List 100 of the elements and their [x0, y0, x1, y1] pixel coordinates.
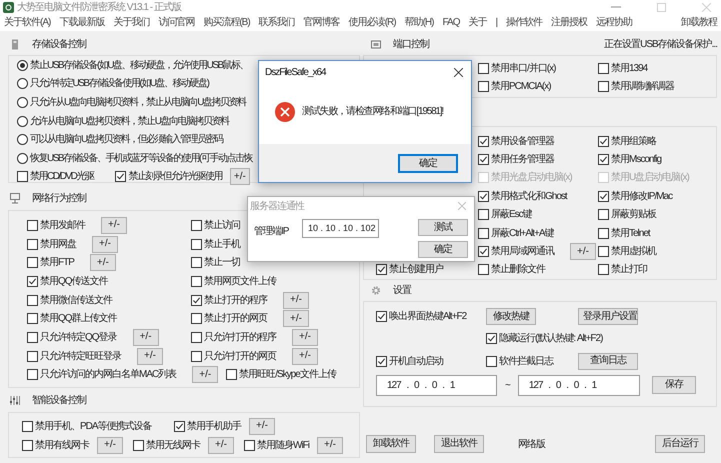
checkbox[interactable] — [191, 332, 202, 343]
menu-item[interactable]: 远程协助 — [596, 15, 632, 30]
checkbox-label[interactable]: 禁用CD/DVD光驱 — [30, 169, 94, 184]
button[interactable]: +/- — [230, 168, 250, 186]
button[interactable]: +/- — [192, 366, 218, 384]
checkbox[interactable] — [17, 171, 28, 182]
radio-label[interactable]: 恢复USB存储设备、手机或蓝牙等设备的使用(可手动点击恢 — [30, 150, 252, 166]
checkbox[interactable] — [27, 369, 38, 380]
checkbox-label[interactable]: 禁用发邮件 — [40, 218, 85, 233]
menu-item[interactable]: 访问官网 — [158, 15, 194, 30]
checkbox-label[interactable]: 禁止访问 — [204, 218, 240, 233]
radio-label[interactable]: 只允许特定USB存储设备使用(如U盘、移动硬盘) — [30, 76, 208, 92]
button[interactable]: +/- — [90, 254, 116, 272]
radio-button[interactable] — [17, 116, 28, 127]
checkbox[interactable] — [598, 62, 609, 74]
checkbox-label[interactable]: 禁用虚拟机 — [611, 244, 656, 260]
checkbox-label[interactable]: 禁用无线网卡 — [146, 438, 200, 453]
close-icon[interactable] — [454, 68, 463, 76]
checkbox-label[interactable]: 禁止打开的程序 — [204, 292, 267, 308]
ip-field[interactable]: 127 . 0 . 0 . 1 — [518, 374, 640, 396]
button[interactable]: +/- — [283, 310, 309, 328]
checkbox[interactable] — [376, 311, 387, 322]
checkbox-label[interactable]: 屏蔽剪贴板 — [611, 207, 656, 222]
checkbox-label[interactable]: 禁用PCMCIA(x) — [491, 79, 551, 94]
checkbox-label[interactable]: 屏蔽Esc键 — [491, 207, 532, 222]
checkbox[interactable] — [478, 136, 489, 147]
checkbox-label[interactable]: 禁用QQ群上传文件 — [40, 311, 117, 326]
button[interactable]: +/- — [137, 348, 163, 365]
button[interactable]: 修改热键 — [486, 308, 536, 325]
menu-item[interactable]: 下载最新版 — [59, 15, 104, 30]
menu-item[interactable]: 购买流程(B) — [203, 15, 250, 30]
checkbox-label[interactable]: 开机自动启动 — [389, 354, 443, 368]
checkbox[interactable] — [191, 220, 202, 231]
checkbox[interactable] — [486, 356, 497, 366]
button[interactable]: +/- — [101, 216, 127, 234]
radio-label[interactable]: 可以从电脑向U盘拷贝资料，但必须输入管理员密码 — [30, 132, 223, 148]
checkbox-label[interactable]: 只允许打开的程序 — [204, 330, 276, 345]
checkbox-label[interactable]: 禁用旺旺/Skype文件上传 — [239, 367, 336, 382]
radio-label[interactable]: 禁止USB存储设备(如U盘、移动硬盘，允许使用USB鼠标、 — [30, 58, 248, 73]
checkbox[interactable] — [133, 440, 144, 451]
checkbox[interactable] — [376, 356, 387, 366]
checkbox-label[interactable]: 禁用调制解调器 — [611, 79, 674, 94]
checkbox[interactable] — [226, 369, 238, 380]
checkbox[interactable] — [598, 190, 609, 202]
checkbox[interactable] — [598, 209, 609, 220]
checkbox[interactable] — [191, 238, 202, 250]
radio-button[interactable] — [17, 60, 28, 71]
checkbox-label[interactable]: 禁止删除文件 — [491, 262, 545, 278]
checkbox[interactable] — [598, 136, 609, 147]
checkbox-label[interactable]: 禁止打印 — [611, 262, 647, 278]
checkbox[interactable] — [376, 264, 387, 276]
button[interactable]: +/- — [317, 436, 343, 454]
button[interactable]: +/- — [570, 243, 596, 260]
menu-item[interactable]: 关于 — [468, 15, 486, 30]
radio-button[interactable] — [17, 134, 28, 146]
checkbox[interactable] — [22, 440, 33, 451]
checkbox-label[interactable]: 禁用修改IP/Mac — [611, 188, 672, 204]
button[interactable]: +/- — [292, 348, 318, 365]
checkbox-label[interactable]: 只允许特定QQ登录 — [40, 330, 117, 345]
checkbox[interactable] — [598, 246, 609, 258]
checkbox-label[interactable]: 禁止打开的网页 — [204, 311, 267, 326]
button[interactable]: +/- — [249, 418, 275, 435]
checkbox[interactable] — [598, 154, 609, 166]
checkbox-label[interactable]: 禁止刻录但允许光驱使用 — [128, 169, 222, 184]
checkbox-label[interactable]: 隐藏运行(默认热键: Alt+F2) — [499, 331, 602, 346]
menu-item[interactable]: 帮助(H) — [404, 15, 434, 30]
menu-item[interactable]: 操作软件 — [506, 15, 542, 30]
button[interactable]: +/- — [292, 328, 318, 346]
checkbox-label[interactable]: 软件拦截日志 — [499, 354, 553, 368]
checkbox-label[interactable]: 禁用组策略 — [611, 134, 656, 149]
checkbox-label[interactable]: 禁用网页文件上传 — [204, 274, 276, 289]
button[interactable]: +/- — [283, 292, 309, 309]
checkbox-label[interactable]: 唤出界面热键Alt+F2 — [389, 309, 466, 324]
checkbox[interactable] — [27, 350, 38, 362]
radio-label[interactable]: 只允许从U盘向电脑拷贝资料，禁止从电脑向U盘拷贝资料 — [30, 94, 246, 110]
checkbox[interactable] — [22, 420, 33, 432]
checkbox-label[interactable]: 禁用格式化和Ghost — [491, 188, 567, 204]
checkbox[interactable] — [27, 220, 38, 231]
checkbox-label[interactable]: 只允许特定旺旺登录 — [40, 348, 121, 364]
checkbox-label[interactable]: 只允许访问的内网白名单MAC列表 — [40, 367, 176, 382]
checkbox-label[interactable]: 禁用有线网卡 — [35, 438, 89, 453]
button[interactable]: +/- — [132, 328, 159, 346]
button[interactable]: 卸载软件 — [366, 435, 416, 453]
button[interactable]: 确定 — [418, 241, 468, 258]
checkbox[interactable] — [27, 276, 38, 287]
button[interactable]: +/- — [208, 436, 234, 454]
radio-button[interactable] — [17, 152, 28, 164]
button[interactable]: 后台运行 — [655, 435, 705, 453]
button[interactable]: 保存 — [652, 376, 696, 394]
checkbox-label[interactable]: 禁止一切 — [204, 255, 240, 270]
checkbox[interactable] — [174, 420, 185, 432]
checkbox-label[interactable]: 禁用串口/并口(x) — [491, 60, 556, 76]
checkbox-label[interactable]: 禁用1394 — [611, 60, 648, 76]
checkbox-label[interactable]: 禁止创建用户 — [389, 262, 443, 278]
menu-item[interactable]: 使用必读(R) — [348, 15, 396, 30]
button[interactable]: +/- — [92, 236, 118, 253]
menu-item[interactable]: 关于我们 — [113, 15, 150, 30]
checkbox[interactable] — [191, 313, 202, 324]
checkbox[interactable] — [191, 276, 202, 287]
checkbox-label[interactable]: 禁用Msconfig — [611, 152, 662, 168]
